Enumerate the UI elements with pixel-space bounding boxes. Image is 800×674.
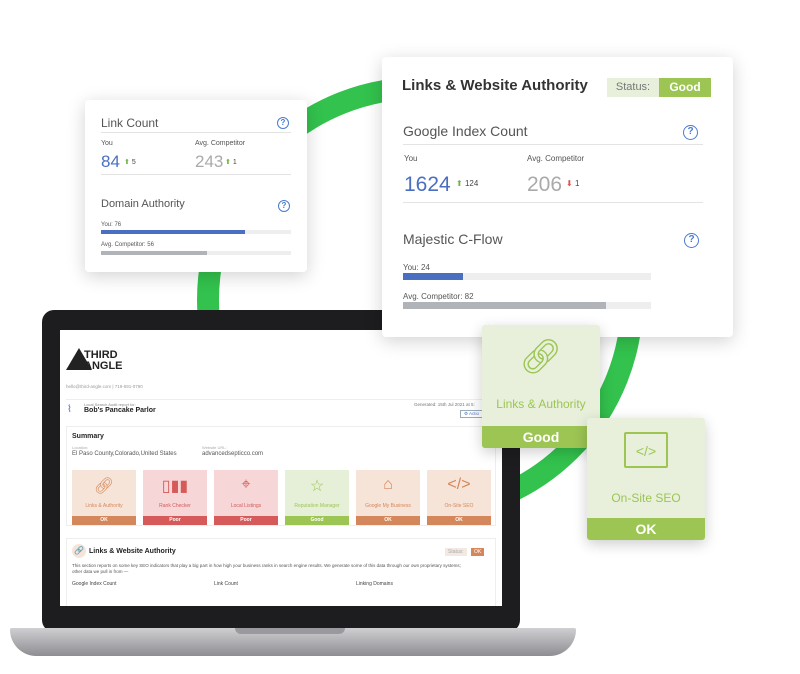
contact: hello@third-angle.com | 719-591-0790 — [66, 384, 143, 389]
tile-label: On-Site SEO — [611, 491, 681, 505]
section-description: This section reports on some key SEO ind… — [72, 563, 461, 574]
competitor-delta: 1 — [574, 179, 580, 188]
tile-label: Reputation Manager — [294, 503, 340, 509]
summary-tile[interactable]: ☆ Reputation Manager Good — [285, 470, 349, 525]
cflow-title: Majestic C-Flow — [403, 231, 503, 247]
tile-label: Rank Checker — [159, 503, 191, 509]
website-url: advancedsepticco.com — [202, 451, 264, 457]
help-icon[interactable]: ? — [278, 200, 290, 212]
link-count-title: Link Count — [101, 116, 159, 130]
competitor-delta: 1 — [232, 159, 237, 166]
col-link-count: Link Count — [214, 581, 238, 587]
status-label: Status: — [607, 78, 659, 97]
you-delta: 124 — [464, 179, 479, 188]
summary-tile[interactable]: ⌂ Google My Business OK — [356, 470, 420, 525]
arrow-up-icon: ⬆ — [225, 159, 231, 166]
pulse-icon: ⌇ — [67, 404, 72, 415]
domain-authority-title: Domain Authority — [101, 198, 185, 210]
tile-status: OK — [587, 518, 705, 540]
help-icon[interactable]: ? — [277, 117, 289, 129]
location: El Paso County,Colorado,United States — [72, 451, 177, 457]
da-you-bar — [101, 230, 291, 234]
tile-icon: ⌂ — [383, 476, 393, 493]
code-icon: </> — [624, 432, 668, 468]
tile-label: Google My Business — [365, 503, 411, 509]
you-label: You — [101, 140, 113, 147]
da-competitor-bar — [101, 251, 291, 255]
you-value: 1624 — [404, 173, 451, 196]
tile-label: Links & Authority — [85, 503, 123, 509]
arrow-up-icon: ⬆ — [456, 179, 463, 188]
summary-tile[interactable]: ▯▮▮ Rank Checker Poor — [143, 470, 207, 525]
cflow-competitor-bar — [403, 302, 651, 309]
section-title: Links & Website Authority — [89, 548, 176, 555]
competitor-value: 243 — [195, 152, 224, 171]
tile-label: Links & Authority — [496, 397, 586, 411]
competitor-label: Avg. Competitor — [527, 154, 585, 163]
tile-label: On-Site SEO — [444, 503, 474, 509]
tile-icon: 🔗︎ — [93, 478, 115, 495]
cflow-competitor-label: Avg. Competitor: 82 — [403, 292, 474, 301]
tile-status: OK — [356, 516, 420, 525]
tile-icon: ☆ — [309, 478, 325, 495]
tile-icon: ▯▮▮ — [161, 478, 189, 495]
da-competitor-label: Avg. Competitor: 56 — [101, 242, 154, 248]
tile-status: Poor — [143, 516, 207, 525]
col-google-index: Google Index Count — [72, 581, 117, 587]
links-authority-tile[interactable]: 🔗︎ Links & Authority Good — [482, 325, 600, 448]
tile-status: Good — [285, 516, 349, 525]
status-badge: OK — [471, 548, 485, 556]
generated-date: Generated: 15th Jul 2021 at 5: — [414, 402, 475, 407]
tile-status: OK — [72, 516, 136, 525]
cflow-you-bar — [403, 273, 651, 280]
status-badge: Good — [659, 78, 711, 97]
tile-status: Poor — [214, 516, 278, 525]
help-icon[interactable]: ? — [684, 233, 699, 248]
arrow-down-icon: ⬇ — [566, 179, 573, 188]
competitor-label: Avg. Competitor — [195, 140, 246, 147]
tile-label: Local Listings — [230, 503, 262, 509]
business-name: Bob's Pancake Parlor — [84, 407, 156, 414]
summary-title: Summary — [72, 433, 104, 440]
da-you-label: You: 76 — [101, 222, 122, 228]
logo: THIRD ANGLE — [84, 349, 123, 372]
tile-icon: </> — [447, 476, 471, 493]
report-screen: THIRD ANGLE hello@third-angle.com | 719-… — [60, 330, 502, 606]
authority-title: Links & Website Authority — [402, 77, 588, 94]
tile-status: Good — [482, 426, 600, 448]
competitor-value: 206 — [527, 173, 563, 196]
location-label: Location: — [72, 445, 89, 450]
link-icon: 🔗︎ — [519, 338, 563, 376]
summary-tile[interactable]: </> On-Site SEO OK — [427, 470, 491, 525]
link-count-card: Link Count ? You Avg. Competitor 84 ⬆ 5 … — [85, 100, 307, 272]
tile-icon: ⌖ — [241, 476, 251, 493]
authority-card: Links & Website Authority Status: Good G… — [382, 57, 733, 337]
help-icon[interactable]: ? — [683, 125, 698, 140]
arrow-up-icon: ⬆ — [124, 159, 130, 166]
onsite-seo-tile[interactable]: </> On-Site SEO OK — [587, 418, 705, 540]
you-label: You — [404, 154, 418, 163]
col-linking-domains: Linking Domains — [356, 581, 393, 587]
summary-tile[interactable]: 🔗︎ Links & Authority OK — [72, 470, 136, 525]
google-index-title: Google Index Count — [403, 123, 528, 139]
summary-tile[interactable]: ⌖ Local Listings Poor — [214, 470, 278, 525]
actions-button[interactable]: ⚙ Actio — [460, 410, 484, 418]
you-value: 84 — [101, 152, 120, 171]
you-delta: 5 — [131, 159, 136, 166]
status-label: Status: — [445, 548, 467, 556]
tile-status: OK — [427, 516, 491, 525]
url-label: Website URL: — [202, 445, 227, 450]
cflow-you-label: You: 24 — [403, 263, 430, 272]
link-icon: 🔗 — [72, 544, 86, 558]
